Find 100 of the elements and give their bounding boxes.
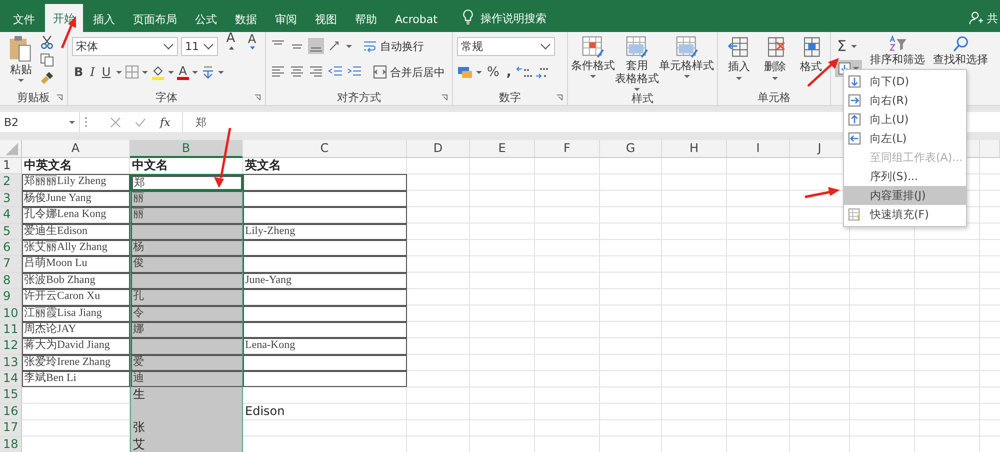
share-button[interactable]: 共	[987, 6, 998, 32]
column-header[interactable]: G	[600, 140, 662, 158]
ribbon-tab[interactable]: 页面布局	[125, 6, 185, 32]
caret-icon[interactable]	[116, 70, 122, 74]
paste-icon[interactable]	[8, 35, 34, 63]
row-header[interactable]: 5	[0, 224, 22, 240]
font-size-dropdown[interactable]: 11	[181, 36, 218, 56]
column-header[interactable]: I	[727, 140, 790, 158]
fill-color-icon[interactable]	[150, 64, 165, 80]
menu-item[interactable]: 向上(U)	[844, 110, 966, 129]
row-header[interactable]: 2	[0, 174, 22, 191]
menu-item[interactable]: 向右(R)	[844, 91, 966, 110]
caret-icon[interactable]	[168, 70, 174, 74]
column-header[interactable]: D	[407, 140, 470, 158]
find-select-button[interactable]: 查找和选择	[933, 53, 988, 66]
style-button-label[interactable]: 表格格式	[615, 72, 660, 85]
row-header[interactable]: 12	[0, 338, 22, 355]
style-button-label[interactable]: 条件格式	[571, 59, 616, 72]
caret-icon[interactable]	[218, 70, 224, 74]
font-name-dropdown[interactable]: 宋体	[72, 36, 178, 56]
dialog-launcher-icon[interactable]	[254, 94, 261, 100]
sort-filter-button[interactable]: 排序和筛选	[870, 53, 925, 66]
row-header[interactable]: 9	[0, 289, 22, 306]
menu-item[interactable]: 向下(D)	[844, 72, 966, 91]
insert-function-button[interactable]: fx	[160, 116, 170, 128]
dialog-launcher-icon[interactable]	[56, 94, 63, 100]
caret-icon[interactable]	[476, 70, 482, 74]
ribbon-tab[interactable]: 公式	[187, 6, 225, 32]
caret-icon[interactable]	[142, 70, 148, 74]
row-header[interactable]: 3	[0, 190, 22, 208]
cells-button[interactable]: 格式	[800, 59, 822, 74]
shrink-font-button[interactable]: A	[243, 32, 261, 60]
column-header[interactable]: A	[22, 140, 130, 158]
currency-icon[interactable]	[457, 65, 473, 79]
row-header[interactable]: 6	[0, 240, 22, 256]
ribbon-tab[interactable]: 文件	[5, 6, 43, 32]
row-header[interactable]: 8	[0, 272, 22, 290]
number-format-dropdown[interactable]: 常规	[457, 36, 555, 56]
merge-center-button[interactable]: 合并后居中	[390, 64, 445, 80]
check-icon[interactable]	[135, 116, 146, 128]
sort-filter-icon[interactable]	[888, 35, 908, 53]
caret-icon[interactable]	[736, 77, 742, 80]
wrap-text-button[interactable]: 自动换行	[380, 38, 424, 54]
ribbon-tab[interactable]: 帮助	[347, 6, 385, 32]
column-header[interactable]: H	[662, 140, 727, 158]
font-color-button[interactable]: A	[176, 64, 189, 80]
cells-icon[interactable]	[727, 35, 751, 59]
menu-item[interactable]: 序列(S)...	[844, 167, 966, 186]
share-user-icon[interactable]	[969, 11, 983, 25]
table-style-icon[interactable]	[674, 35, 699, 59]
percent-button[interactable]: %	[485, 64, 502, 80]
caret-icon[interactable]	[346, 44, 352, 48]
row-header[interactable]: 10	[0, 306, 22, 322]
search-icon[interactable]	[952, 35, 970, 53]
column-header[interactable]: C	[243, 140, 407, 158]
vertical-align-icon[interactable]	[308, 38, 324, 54]
caret-icon[interactable]	[634, 88, 640, 91]
cells-button[interactable]: 插入	[728, 59, 750, 74]
increase-decimal-icon[interactable]	[516, 65, 532, 79]
bold-button[interactable]: B	[72, 65, 86, 79]
ribbon-tab[interactable]: 视图	[307, 6, 345, 32]
wrap-text-icon[interactable]	[363, 39, 377, 53]
table-style-icon[interactable]	[625, 35, 650, 59]
comma-style-button[interactable]: ,	[504, 64, 514, 80]
tell-me-search[interactable]: 操作说明搜索	[480, 6, 546, 32]
formula-field[interactable]: 郑	[187, 114, 496, 130]
borders-icon[interactable]	[124, 65, 139, 79]
column-header[interactable]: B	[130, 140, 243, 158]
dialog-launcher-icon[interactable]	[556, 94, 563, 100]
scissors-icon[interactable]	[40, 35, 54, 49]
ribbon-tab[interactable]: 审阅	[267, 6, 305, 32]
style-button-label[interactable]: 单元格样式	[659, 59, 714, 72]
menu-item[interactable]: 内容重排(J)	[844, 186, 966, 205]
row-header[interactable]: 11	[0, 322, 22, 338]
caret-icon[interactable]	[590, 75, 596, 78]
copy-icon[interactable]	[40, 53, 54, 67]
column-header[interactable]: E	[470, 140, 535, 158]
style-button-label[interactable]: 套用	[626, 59, 648, 72]
caret-icon[interactable]	[772, 77, 778, 80]
cells-button[interactable]: 删除	[764, 59, 786, 74]
row-header[interactable]: 13	[0, 354, 22, 372]
caret-icon[interactable]	[684, 75, 690, 78]
paintbrush-icon[interactable]	[40, 71, 54, 85]
menu-item[interactable]: 快速填充(F)	[844, 205, 966, 224]
grow-font-button[interactable]: A	[221, 31, 240, 61]
row-header[interactable]: 4	[0, 207, 22, 224]
row-header[interactable]: 18	[0, 436, 22, 452]
merge-cells-icon[interactable]	[373, 65, 387, 79]
table-style-icon[interactable]	[581, 35, 606, 59]
paste-button[interactable]: 粘贴	[10, 63, 32, 76]
row-header[interactable]: 1	[0, 158, 22, 174]
ribbon-tab[interactable]: Acrobat	[387, 6, 446, 32]
column-header[interactable]: F	[535, 140, 600, 158]
dialog-launcher-icon[interactable]	[441, 94, 448, 100]
caret-icon[interactable]	[192, 70, 198, 74]
row-header[interactable]: 16	[0, 404, 22, 420]
ribbon-tab[interactable]: 数据	[227, 6, 265, 32]
underline-button[interactable]: U	[100, 65, 113, 79]
autosum-button[interactable]: Σ	[835, 37, 848, 55]
phonetic-guide-icon[interactable]	[200, 65, 215, 79]
